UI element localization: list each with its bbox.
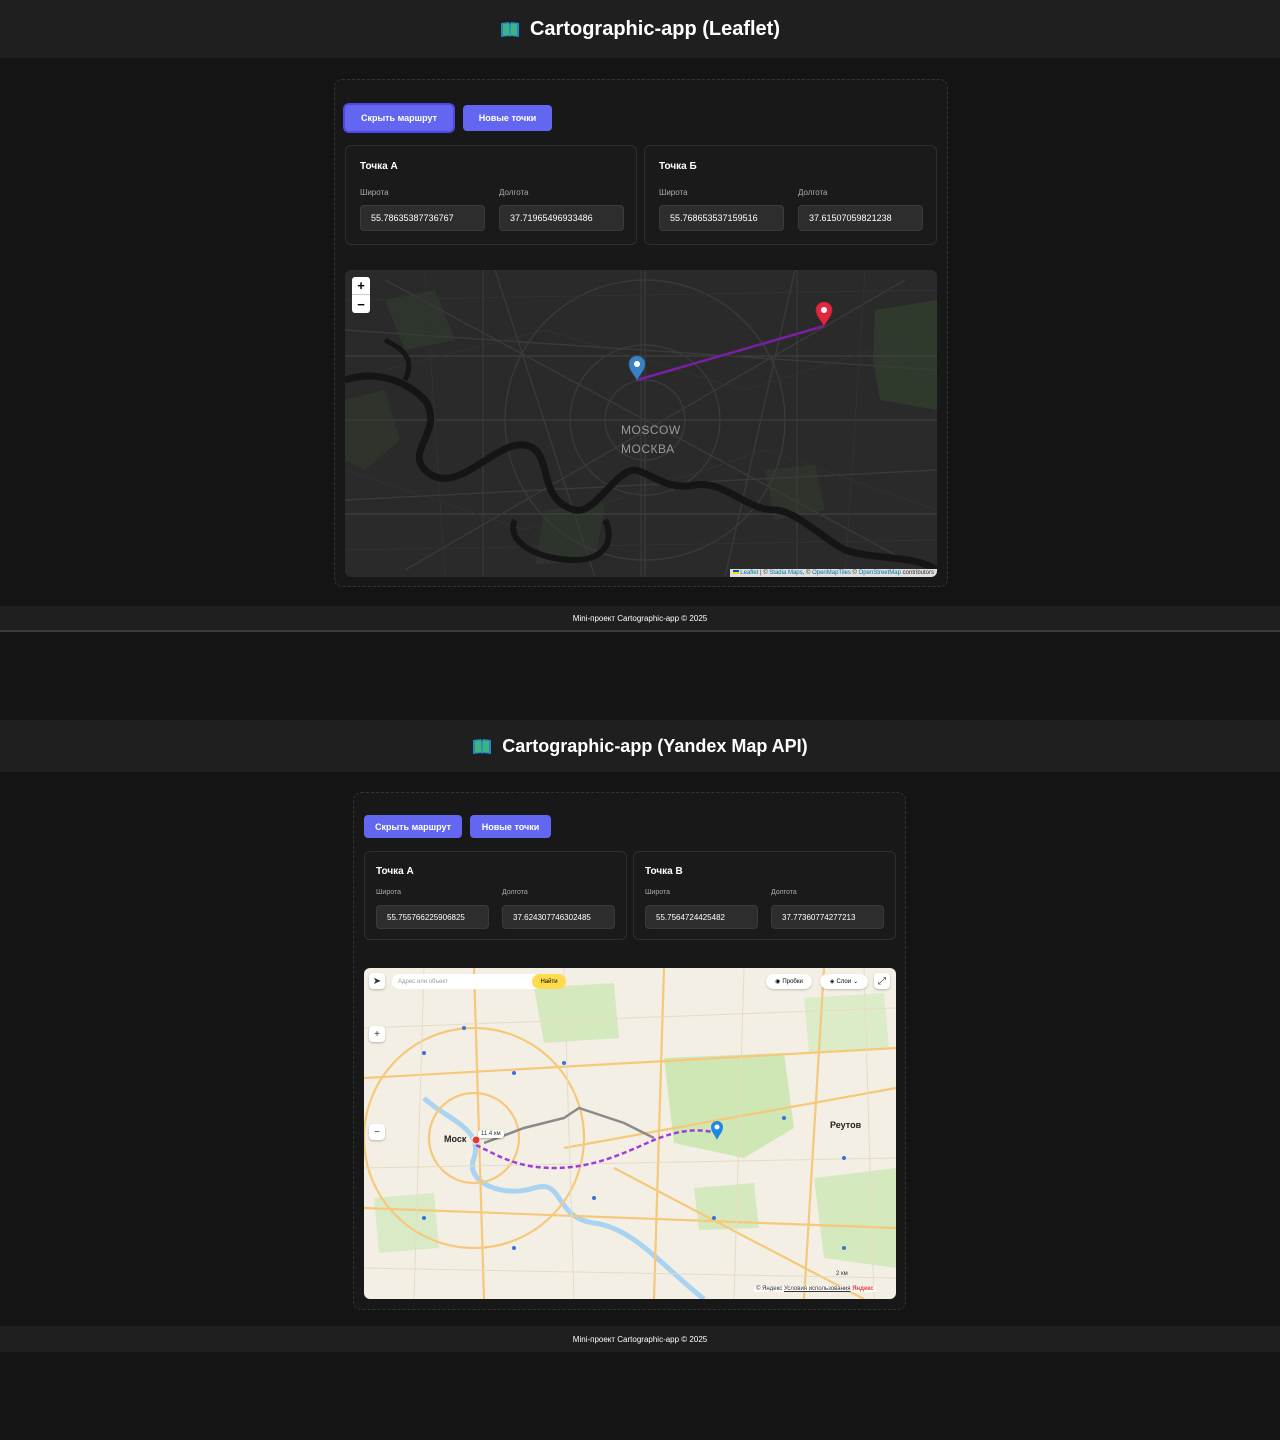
point-b-card: Точка В Широта Долгота 55.7564724425482 … — [633, 851, 896, 940]
city-label-reutov: Реутов — [830, 1120, 862, 1130]
stadia-link[interactable]: Stadia Maps — [769, 570, 802, 576]
point-b-lat-label: Широта — [659, 188, 688, 197]
point-b-lat-input[interactable]: 55.7564724425482 — [645, 905, 758, 929]
map-copyright: © Яндекс Условия использования Яндекс — [754, 1286, 876, 1292]
page-title: Cartographic-app (Leaflet) — [529, 17, 781, 40]
point-a-lng-input[interactable]: 37.624307746302485 — [502, 905, 615, 929]
new-points-button[interactable]: Новые точки — [463, 105, 552, 131]
zoom-control: + − — [352, 277, 370, 313]
chevron-down-icon: ⌄ — [853, 979, 859, 985]
map-book-icon — [500, 21, 519, 37]
zoom-out-button[interactable]: − — [369, 1124, 385, 1140]
hide-route-button[interactable]: Скрыть маршрут — [345, 105, 453, 131]
layers-icon: ◈ — [829, 979, 835, 985]
point-b-title: Точка В — [645, 866, 683, 877]
layers-button[interactable]: ◈ Слои ⌄ — [820, 974, 868, 989]
terms-link[interactable]: Условия использования — [784, 1286, 851, 1292]
yandex-map[interactable]: ➤ Адрес или объект Найти ◉ Пробки ◈ Слои… — [364, 968, 896, 1299]
leaflet-header: Cartographic-app (Leaflet) — [0, 0, 1280, 58]
traffic-icon: ◉ — [775, 979, 781, 985]
layers-label: Слои — [836, 978, 852, 985]
leaflet-map[interactable]: + − MOSCOW МОСКВА Leaflet | © Stadia Map… — [345, 270, 937, 577]
point-a-lat-label: Широта — [360, 188, 389, 197]
attr-sep: | © — [758, 570, 770, 576]
new-points-button[interactable]: Новые точки — [470, 815, 551, 838]
yandex-main: Скрыть маршрут Новые точки Точка А Широт… — [0, 772, 1280, 1326]
city-label-moscow: Моск — [444, 1134, 467, 1144]
point-b-card: Точка Б Широта Долгота 55.76865353715951… — [644, 145, 937, 245]
point-b-lat-label: Широта — [645, 889, 670, 896]
traffic-label: Пробки — [782, 978, 803, 985]
yandex-logo: Яндекс — [852, 1286, 874, 1292]
attr-sep: © — [850, 570, 859, 576]
point-a-lat-input[interactable]: 55.78635387736767 — [360, 205, 485, 231]
point-a-lng-label: Долгота — [499, 188, 529, 197]
point-a-title: Точка А — [376, 866, 414, 877]
leaflet-main: Скрыть маршрут Новые точки Точка А Широт… — [0, 58, 1280, 606]
attr-tail: contributors — [900, 570, 934, 576]
openstreetmap-link[interactable]: OpenStreetMap — [859, 570, 901, 576]
city-label-en: MOSCOW — [621, 423, 681, 437]
openmaptiles-link[interactable]: OpenMapTiles — [812, 570, 851, 576]
yandex-header: Cartographic-app (Yandex Map API) — [0, 720, 1280, 772]
ukraine-flag-icon — [732, 570, 739, 574]
point-a-card: Точка А Широта Долгота 55.75576622590682… — [364, 851, 627, 940]
zoom-in-button[interactable]: + — [352, 277, 370, 295]
map-attribution: Leaflet | © Stadia Maps, © OpenMapTiles … — [729, 569, 937, 577]
traffic-button[interactable]: ◉ Пробки — [766, 974, 812, 989]
leaflet-app: Cartographic-app (Leaflet) Скрыть маршру… — [0, 0, 1280, 632]
zoom-out-button[interactable]: − — [352, 295, 370, 313]
point-b-title: Точка Б — [659, 161, 697, 172]
point-a-lat-label: Широта — [376, 889, 401, 896]
leaflet-panel: Скрыть маршрут Новые точки Точка А Широт… — [334, 79, 948, 587]
point-a-lng-label: Долгота — [502, 889, 528, 896]
page-title: Cartographic-app (Yandex Map API) — [502, 735, 808, 756]
hide-route-button[interactable]: Скрыть маршрут — [364, 815, 462, 838]
map-book-icon — [473, 738, 492, 754]
route-distance-badge: 11.4 км — [478, 1130, 504, 1138]
map-scale: 2 км — [836, 1271, 848, 1277]
point-b-lng-label: Долгота — [771, 889, 797, 896]
leaflet-link[interactable]: Leaflet — [740, 570, 758, 576]
location-icon[interactable]: ➤ — [369, 973, 385, 989]
fullscreen-icon[interactable]: ⤢ — [874, 973, 890, 989]
yandex-panel: Скрыть маршрут Новые точки Точка А Широт… — [353, 792, 906, 1310]
point-b-lng-input[interactable]: 37.77360774277213 — [771, 905, 884, 929]
point-b-lat-input[interactable]: 55.768653537159516 — [659, 205, 784, 231]
find-button[interactable]: Найти — [532, 974, 566, 989]
point-a-title: Точка А — [360, 161, 398, 172]
point-b-lng-label: Долгота — [798, 188, 828, 197]
attr-sep: , © — [802, 570, 813, 576]
point-b-lng-input[interactable]: 37.61507059821238 — [798, 205, 923, 231]
copyright-text: © Яндекс — [756, 1286, 783, 1292]
city-label-ru: МОСКВА — [621, 442, 675, 456]
yandex-app: Cartographic-app (Yandex Map API) Скрыть… — [0, 720, 1280, 1352]
zoom-in-button[interactable]: + — [369, 1026, 385, 1042]
leaflet-footer: Mini-проект Cartographic-app © 2025 — [0, 606, 1280, 632]
point-a-card: Точка А Широта Долгота 55.78635387736767… — [345, 145, 637, 245]
yandex-footer: Mini-проект Cartographic-app © 2025 — [0, 1326, 1280, 1352]
point-a-lng-input[interactable]: 37.71965496933486 — [499, 205, 624, 231]
point-a-lat-input[interactable]: 55.755766225906825 — [376, 905, 489, 929]
